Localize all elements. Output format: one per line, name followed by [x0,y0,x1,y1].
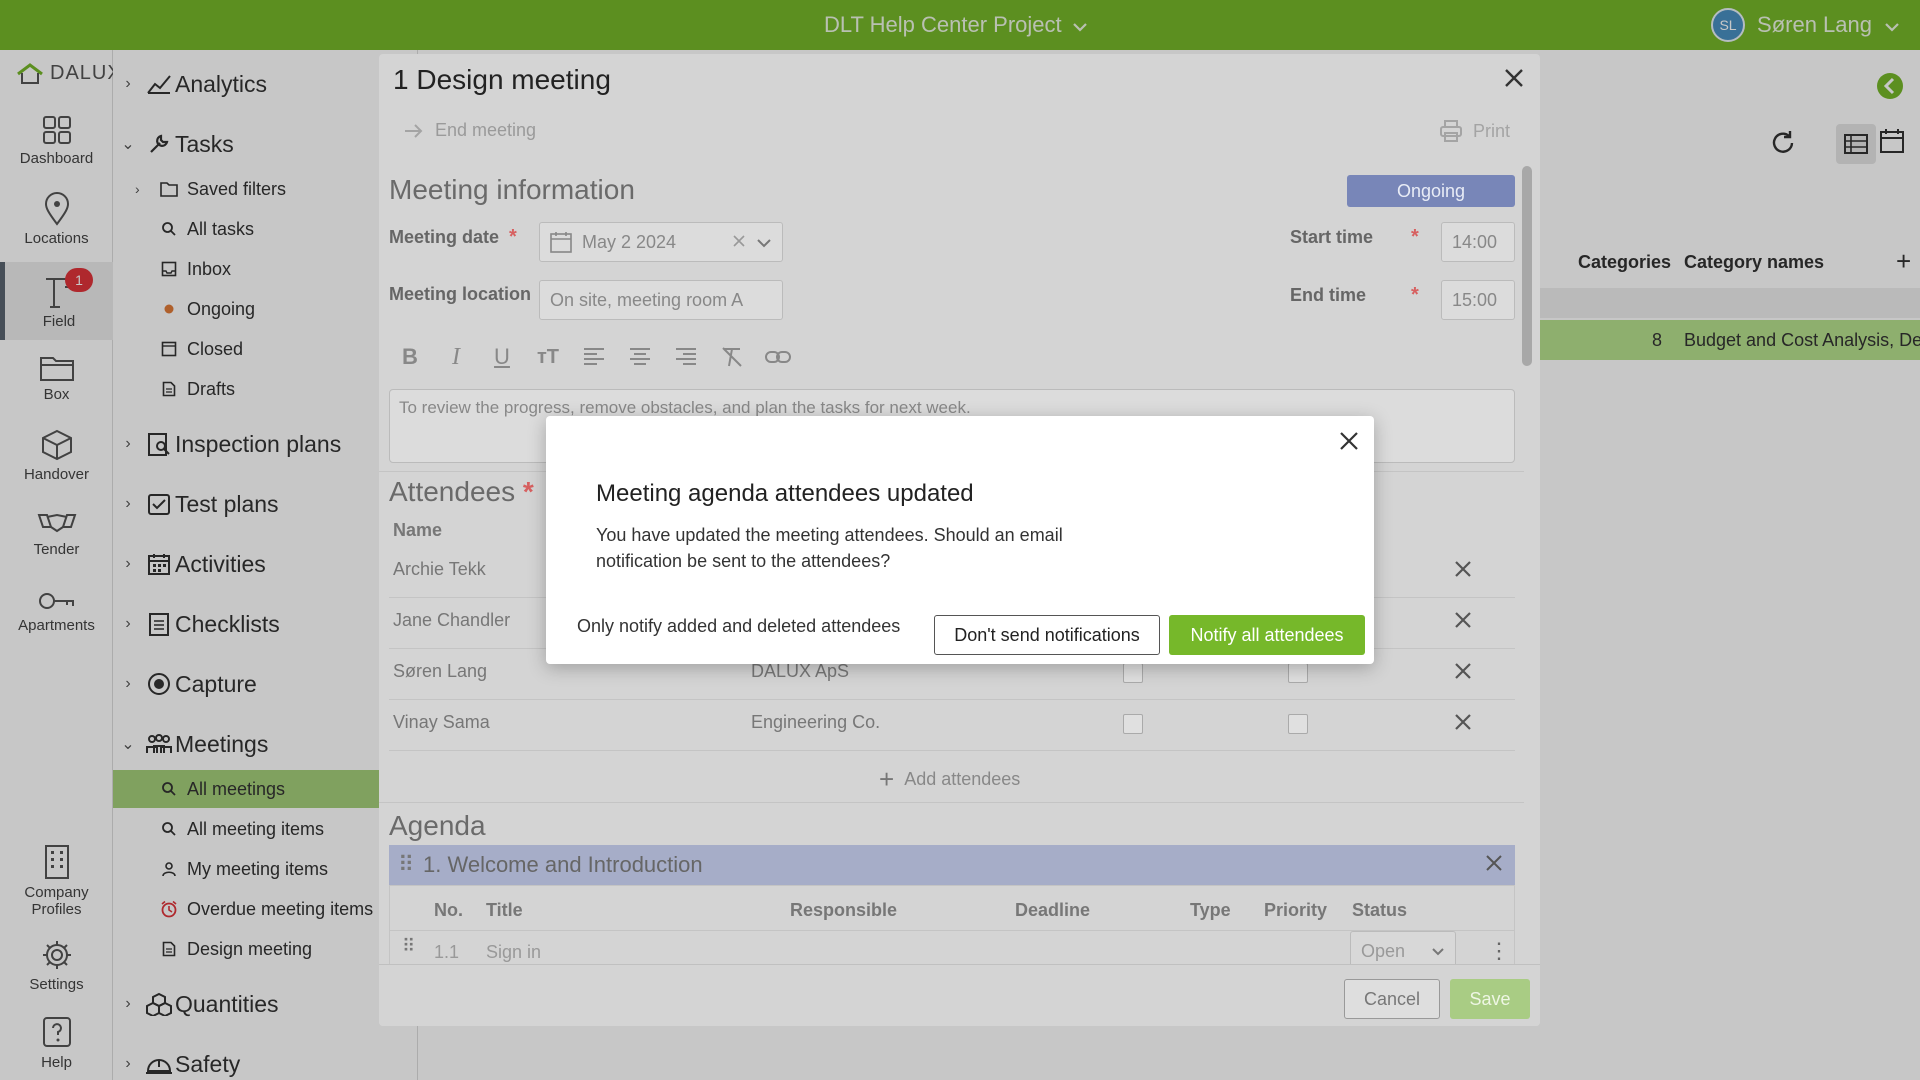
more-options-icon[interactable]: ⋮ [1488,938,1510,964]
close-icon[interactable] [1502,66,1526,95]
modal-title: 1 Design meeting [393,64,611,95]
underline-icon[interactable]: U [489,344,515,370]
required-marker: * [1411,284,1419,306]
arrow-right-icon [405,123,423,138]
bold-icon[interactable]: B [397,344,423,370]
table-row: Vinay Sama Engineering Co. [389,700,1515,751]
attendee-name: Archie Tekk [393,559,486,579]
agenda-row-number: 1.1 [434,942,460,962]
close-icon[interactable] [1453,661,1473,686]
clear-format-icon[interactable] [719,344,745,370]
attendee-checkbox[interactable] [1123,663,1143,683]
plus-icon: + [879,764,895,794]
notify-all-attendees-button[interactable]: Notify all attendees [1169,615,1365,655]
close-icon[interactable] [1485,852,1503,878]
close-icon[interactable] [1453,559,1473,584]
align-left-icon[interactable] [581,344,607,370]
text-format-toolbar: B I U тT [397,344,791,370]
modal-footer: Cancel Save [379,964,1540,1026]
save-button[interactable]: Save [1450,979,1530,1019]
agenda-item-header[interactable]: ⠿ 1. Welcome and Introduction [389,845,1515,885]
text-size-icon[interactable]: тT [535,344,561,370]
attendee-checkbox[interactable] [1123,714,1143,734]
only-notify-changed-button[interactable]: Only notify added and deleted attendees [577,606,900,646]
agenda-row-title[interactable]: Sign in [486,942,541,963]
print-label: Print [1472,120,1510,141]
attendee-company: Engineering Co. [751,712,881,732]
close-icon[interactable] [1338,430,1360,457]
add-attendees-button[interactable]: + Add attendees [879,764,1020,795]
cancel-button[interactable]: Cancel [1344,979,1440,1019]
attendee-company: DALUX ApS [751,661,850,681]
start-time-label: Start time [1290,227,1374,247]
attendees-updated-dialog: Meeting agenda attendees updated You hav… [546,416,1374,664]
attendee-name: Vinay Sama [393,712,490,732]
modal-scrollbar[interactable] [1522,166,1532,366]
column-header: No. [434,900,463,920]
end-meeting-label: End meeting [435,120,537,140]
attendee-name: Søren Lang [393,661,488,681]
meeting-location-placeholder: On site, meeting room A [550,289,744,310]
column-header: Responsible [790,900,898,920]
link-icon[interactable] [765,344,791,370]
end-time-input[interactable]: 15:00 [1441,280,1515,320]
clear-icon[interactable] [732,232,746,253]
chevron-down-icon [1432,947,1444,955]
drag-handle-icon[interactable]: ⠿ [389,852,423,878]
start-time-value: 14:00 [1452,231,1498,252]
meeting-date-picker[interactable]: May 2 2024 [539,222,783,262]
required-marker: * [509,226,517,248]
chevron-down-icon[interactable] [756,232,772,253]
divider [379,802,1524,803]
meeting-date-label: Meeting date [389,227,500,247]
align-center-icon[interactable] [627,344,653,370]
print-button[interactable]: Print [1439,120,1510,142]
attendees-heading: Attendees * [389,476,534,507]
column-header: Title [486,900,523,920]
dont-send-notifications-button[interactable]: Don't send notifications [934,615,1160,655]
divider [390,930,1514,931]
end-meeting-button[interactable]: End meeting [403,120,536,141]
attendee-checkbox[interactable] [1288,663,1308,683]
italic-icon[interactable]: I [443,344,469,370]
attendee-checkbox[interactable] [1288,714,1308,734]
end-time-label: End time [1290,285,1367,305]
column-header: Priority [1264,900,1328,920]
meeting-date-value: May 2 2024 [582,231,677,252]
end-time-value: 15:00 [1452,289,1498,310]
close-icon[interactable] [1453,610,1473,635]
attendee-name: Jane Chandler [393,610,511,630]
required-marker: * [1411,226,1419,248]
add-attendees-label: Add attendees [904,769,1021,789]
agenda-item-title: 1. Welcome and Introduction [423,852,703,877]
meeting-location-input[interactable]: On site, meeting room A [539,280,783,320]
name-column-header: Name [393,520,443,540]
start-time-input[interactable]: 14:00 [1441,222,1515,262]
status-value: Open [1361,940,1406,961]
agenda-heading: Agenda [389,810,486,841]
align-right-icon[interactable] [673,344,699,370]
dialog-title: Meeting agenda attendees updated [596,480,974,507]
column-header: Deadline [1015,900,1091,920]
printer-icon [1439,120,1462,142]
meeting-information-heading: Meeting information [389,174,635,205]
column-header: Status [1352,900,1408,920]
status-badge: Ongoing [1347,175,1515,207]
close-icon[interactable] [1453,712,1473,737]
column-header: Type [1190,900,1231,920]
drag-handle-icon[interactable]: ⠿ [402,936,415,957]
meeting-location-label: Meeting location [389,284,532,304]
calendar-icon [550,232,572,253]
dialog-message: You have updated the meeting attendees. … [596,525,1063,571]
